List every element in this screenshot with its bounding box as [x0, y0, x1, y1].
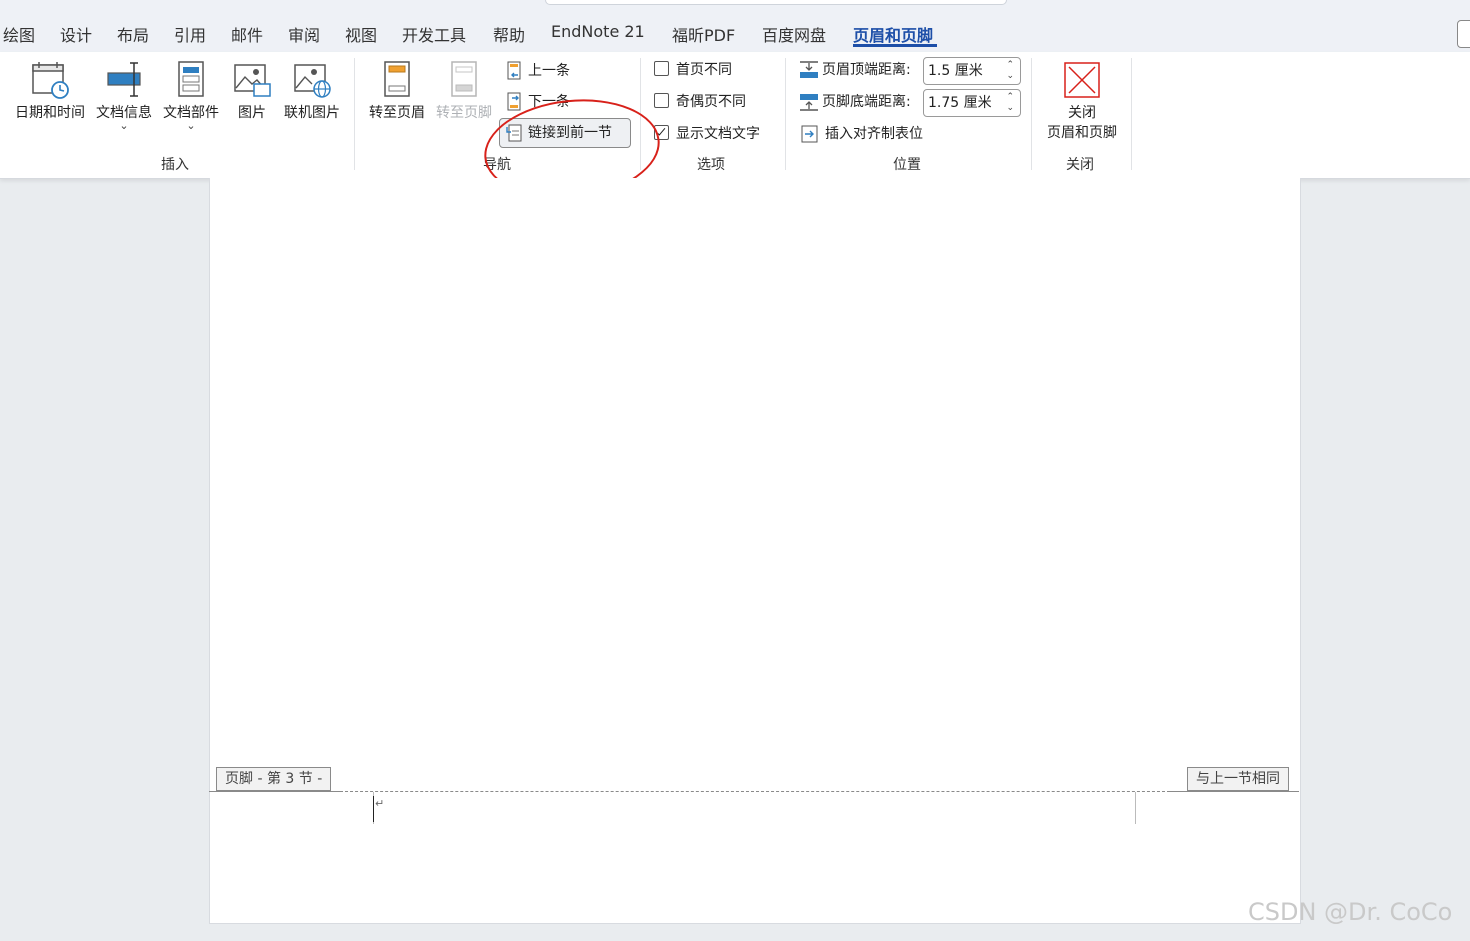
header-top-distance-icon [800, 61, 818, 78]
insert-align-tab-button[interactable]: 插入对齐制表位 [801, 121, 923, 147]
checkbox-unchecked [654, 93, 669, 108]
picture-label: 图片 [238, 105, 266, 121]
different-odd-even-label: 奇偶页不同 [676, 94, 746, 110]
doc-parts-button[interactable]: 文档部件 ⌄ [160, 60, 222, 132]
footer-boundary-dashed [340, 791, 1170, 792]
ribbon: 日期和时间 文档信息 ⌄ 文档部件 ⌄ 图片 联机图片 插入 转至页眉 转至页脚… [0, 52, 1470, 179]
close-label-line2: 页眉和页脚 [1047, 125, 1117, 141]
goto-header-button[interactable]: 转至页眉 [365, 60, 429, 122]
tab-references[interactable]: 引用 [174, 22, 206, 46]
same-as-previous-tag: 与上一节相同 [1187, 767, 1289, 791]
tab-endnote[interactable]: EndNote 21 [551, 22, 645, 41]
tab-mailings[interactable]: 邮件 [231, 22, 263, 46]
tab-baidu-netdisk[interactable]: 百度网盘 [762, 22, 826, 46]
group-label-close: 关闭 [1066, 157, 1094, 173]
comments-button[interactable] [1457, 20, 1470, 48]
watermark: CSDN @Dr. CoCo [1248, 898, 1453, 926]
footer-distance-value: 1.75 厘米 [928, 95, 992, 111]
different-first-page-checkbox[interactable]: 首页不同 [654, 60, 732, 80]
right-margin-marker [1135, 792, 1136, 824]
previous-label: 上一条 [528, 63, 570, 79]
tab-developer[interactable]: 开发工具 [402, 22, 466, 46]
close-header-footer-button[interactable]: 关闭 页眉和页脚 [1040, 60, 1124, 142]
goto-footer-button[interactable]: 转至页脚 [432, 60, 496, 122]
goto-header-label: 转至页眉 [369, 105, 425, 121]
checkbox-unchecked [654, 61, 669, 76]
chevron-down-icon: ⌄ [186, 119, 196, 132]
spin-up-icon[interactable]: ⌃ [1006, 61, 1014, 70]
tab-layout[interactable]: 布局 [117, 22, 149, 46]
date-time-button[interactable]: 日期和时间 [12, 60, 88, 122]
goto-footer-icon [451, 61, 477, 97]
goto-header-icon [384, 61, 410, 97]
header-from-top-row: 页眉顶端距离: [799, 57, 911, 83]
header-distance-spinner[interactable]: 1.5 厘米 ⌃ ⌄ [923, 57, 1021, 85]
online-picture-label: 联机图片 [284, 105, 340, 121]
tab-review[interactable]: 审阅 [288, 22, 320, 46]
document-info-icon [107, 62, 141, 97]
different-odd-even-checkbox[interactable]: 奇偶页不同 [654, 92, 746, 112]
insert-align-tab-label: 插入对齐制表位 [825, 126, 923, 142]
doc-info-button[interactable]: 文档信息 ⌄ [93, 60, 155, 132]
tab-design[interactable]: 设计 [60, 22, 92, 46]
footer-bottom-distance-icon [800, 94, 818, 111]
header-from-top-label: 页眉顶端距离: [822, 62, 911, 78]
tab-view[interactable]: 视图 [345, 22, 377, 46]
header-distance-value: 1.5 厘米 [928, 63, 983, 79]
next-section-icon [507, 92, 521, 111]
document-parts-icon [178, 61, 204, 97]
chevron-down-icon: ⌄ [119, 119, 129, 132]
footer-section-tag: 页脚 - 第 3 节 - [216, 767, 332, 791]
group-separator [1031, 58, 1032, 170]
close-icon [1064, 62, 1100, 98]
online-picture-icon [294, 64, 331, 98]
align-tab-icon [801, 125, 818, 143]
goto-footer-label: 转至页脚 [436, 105, 492, 121]
close-label-line1: 关闭 [1068, 105, 1096, 121]
search-box-edge[interactable] [545, 0, 1007, 5]
tab-help[interactable]: 帮助 [493, 22, 525, 46]
spin-down-icon[interactable]: ⌄ [1006, 104, 1014, 113]
group-separator [1131, 58, 1132, 170]
tab-header-footer[interactable]: 页眉和页脚 [853, 22, 933, 46]
spin-up-icon[interactable]: ⌃ [1006, 93, 1014, 102]
footer-from-bottom-label: 页脚底端距离: [822, 94, 911, 110]
ribbon-tab-bar: 绘图 设计 布局 引用 邮件 审阅 视图 开发工具 帮助 EndNote 21 … [0, 0, 1470, 52]
footer-from-bottom-row: 页脚底端距离: [799, 89, 911, 115]
picture-icon [234, 64, 271, 97]
tab-foxit-pdf[interactable]: 福昕PDF [672, 22, 735, 46]
calendar-clock-icon [32, 62, 69, 99]
footer-boundary [209, 791, 340, 792]
group-label-position: 位置 [893, 157, 921, 173]
spin-down-icon[interactable]: ⌄ [1006, 72, 1014, 81]
group-label-options: 选项 [697, 157, 725, 173]
show-doc-text-checkbox[interactable]: 显示文档文字 [654, 124, 760, 144]
text-cursor[interactable] [373, 796, 374, 822]
group-separator [785, 58, 786, 170]
previous-section-icon [507, 61, 521, 80]
show-doc-text-label: 显示文档文字 [676, 126, 760, 142]
date-time-label: 日期和时间 [15, 105, 85, 121]
tab-draw[interactable]: 绘图 [3, 22, 35, 46]
group-label-insert: 插入 [161, 157, 189, 173]
different-first-page-label: 首页不同 [676, 62, 732, 78]
group-separator [354, 58, 355, 170]
active-tab-indicator [853, 44, 937, 47]
footer-boundary [1170, 791, 1299, 792]
paragraph-mark-icon: ↵ [375, 797, 385, 810]
footer-distance-spinner[interactable]: 1.75 厘米 ⌃ ⌄ [923, 89, 1021, 117]
previous-button[interactable]: 上一条 [506, 59, 570, 83]
online-picture-button[interactable]: 联机图片 [281, 60, 343, 122]
picture-button[interactable]: 图片 [228, 60, 276, 122]
